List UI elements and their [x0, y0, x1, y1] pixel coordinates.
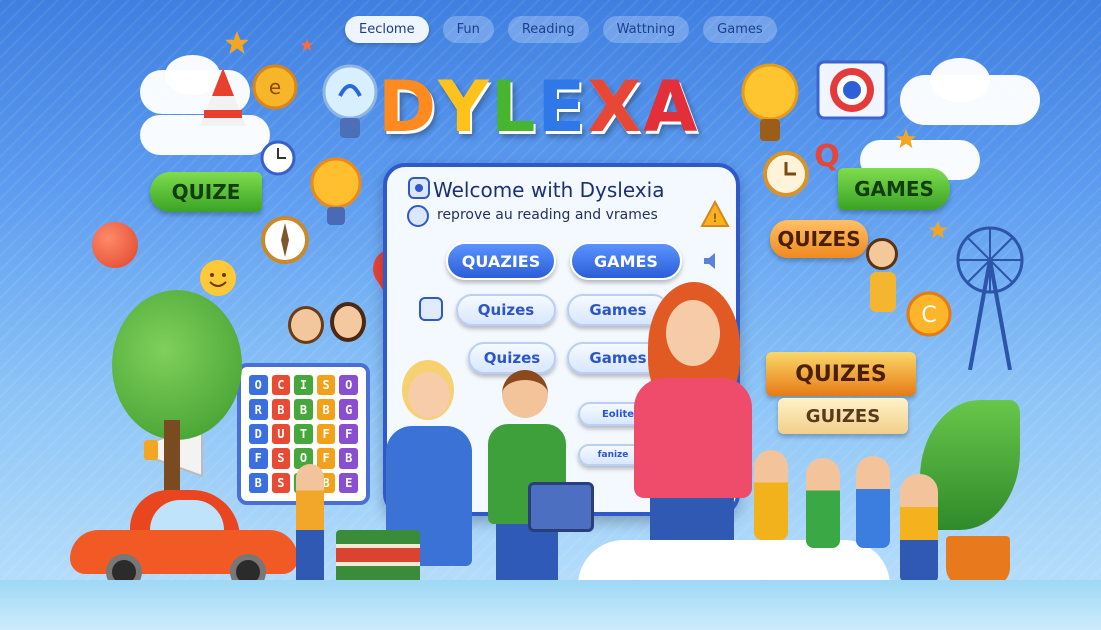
coin-c-icon: C [906, 291, 952, 337]
quizes-tag[interactable]: QUIZES [770, 220, 868, 258]
nav-item-watching[interactable]: Wattning [602, 16, 690, 43]
logo-letter: Y [438, 66, 491, 148]
letter-tile[interactable]: B [271, 399, 291, 420]
target-icon [816, 60, 888, 120]
letter-tile[interactable]: B [316, 399, 336, 420]
nav-item-games[interactable]: Games [703, 16, 777, 43]
coin-e-icon: e [252, 64, 298, 110]
quize-tag[interactable]: QUIZE [150, 172, 262, 212]
svg-text:e: e [269, 75, 281, 99]
flower-pot [946, 536, 1010, 586]
child-figure [900, 474, 938, 584]
top-nav: Eeclome Fun Reading Wattning Games [345, 16, 777, 43]
warning-icon: ! [700, 200, 730, 227]
letter-tile[interactable]: I [294, 375, 313, 396]
car [70, 490, 298, 590]
sound-icon [704, 253, 715, 269]
letter-tile[interactable]: F [316, 448, 336, 469]
letter-tile[interactable]: F [249, 448, 268, 469]
logo-letter: X [587, 66, 644, 148]
boy [486, 370, 568, 580]
child-body [870, 272, 896, 312]
star-icon [225, 31, 249, 54]
letter-tile[interactable]: O [249, 375, 268, 396]
nav-item-welcome[interactable]: Eeclome [345, 16, 429, 43]
quizes-button[interactable]: Quizes [456, 294, 556, 326]
child-figure [288, 306, 324, 344]
games-tag[interactable]: GAMES [838, 168, 950, 210]
letter-tile[interactable]: B [339, 448, 358, 469]
book-quizes[interactable]: QUIZES [766, 352, 916, 396]
letter-tile[interactable]: F [316, 423, 336, 445]
compass-icon [261, 216, 309, 264]
games-main-button[interactable]: GAMES [570, 242, 682, 280]
letter-tile[interactable]: U [271, 423, 291, 445]
letter-tile[interactable]: S [316, 375, 336, 396]
letter-tile[interactable]: E [339, 472, 358, 493]
letter-tile[interactable]: B [294, 399, 313, 420]
ferris-wheel-icon [956, 226, 1024, 370]
child-figure [754, 450, 788, 540]
app-logo: DYLEXA [378, 66, 699, 148]
eye-icon [408, 177, 430, 199]
lightbulb-icon [322, 64, 378, 138]
letter-tile[interactable]: O [339, 375, 358, 396]
quazies-button[interactable]: QUAZIES [446, 242, 556, 280]
letter-tile[interactable]: S [271, 448, 291, 469]
nav-item-fun[interactable]: Fun [442, 16, 494, 43]
tree [112, 290, 242, 440]
ground [0, 580, 1101, 630]
bookmark-icon [419, 297, 443, 321]
info-icon [407, 205, 429, 227]
child-figure [806, 458, 840, 548]
svg-text:Q: Q [814, 139, 840, 174]
panel-title: Welcome with Dyslexia [433, 178, 665, 202]
tablet [528, 482, 594, 532]
letter-tile[interactable]: F [339, 423, 358, 445]
logo-letter: E [537, 66, 588, 148]
clock-icon [260, 140, 296, 176]
letter-tile[interactable]: R [249, 399, 268, 420]
logo-letter: L [490, 66, 538, 148]
star-icon [300, 38, 314, 51]
lightbulb-icon [741, 63, 799, 141]
lightbulb-icon [310, 157, 362, 225]
letter-tile[interactable]: T [294, 423, 313, 445]
cloud-right-puff [930, 58, 990, 102]
logo-letter: D [378, 66, 439, 148]
child-figure [856, 456, 890, 548]
party-hat-icon [200, 68, 246, 126]
panel-subtitle: reprove au reading and vrames [437, 207, 658, 223]
nav-item-reading[interactable]: Reading [507, 16, 589, 43]
letter-tile[interactable]: G [339, 399, 358, 420]
svg-text:C: C [921, 303, 936, 328]
star-icon [928, 220, 948, 239]
star-icon [895, 128, 917, 149]
letter-tile[interactable]: D [249, 423, 268, 445]
logo-letter: A [643, 66, 700, 148]
letter-tile[interactable]: C [271, 375, 291, 396]
woman-redhead [626, 282, 760, 582]
svg-text:!: ! [713, 211, 717, 225]
red-ball [92, 222, 138, 268]
child-figure [296, 464, 324, 584]
clock-icon [763, 151, 809, 197]
child-figure [330, 302, 366, 342]
child-figure [866, 238, 898, 270]
book-guizes[interactable]: GUIZES [778, 398, 908, 434]
